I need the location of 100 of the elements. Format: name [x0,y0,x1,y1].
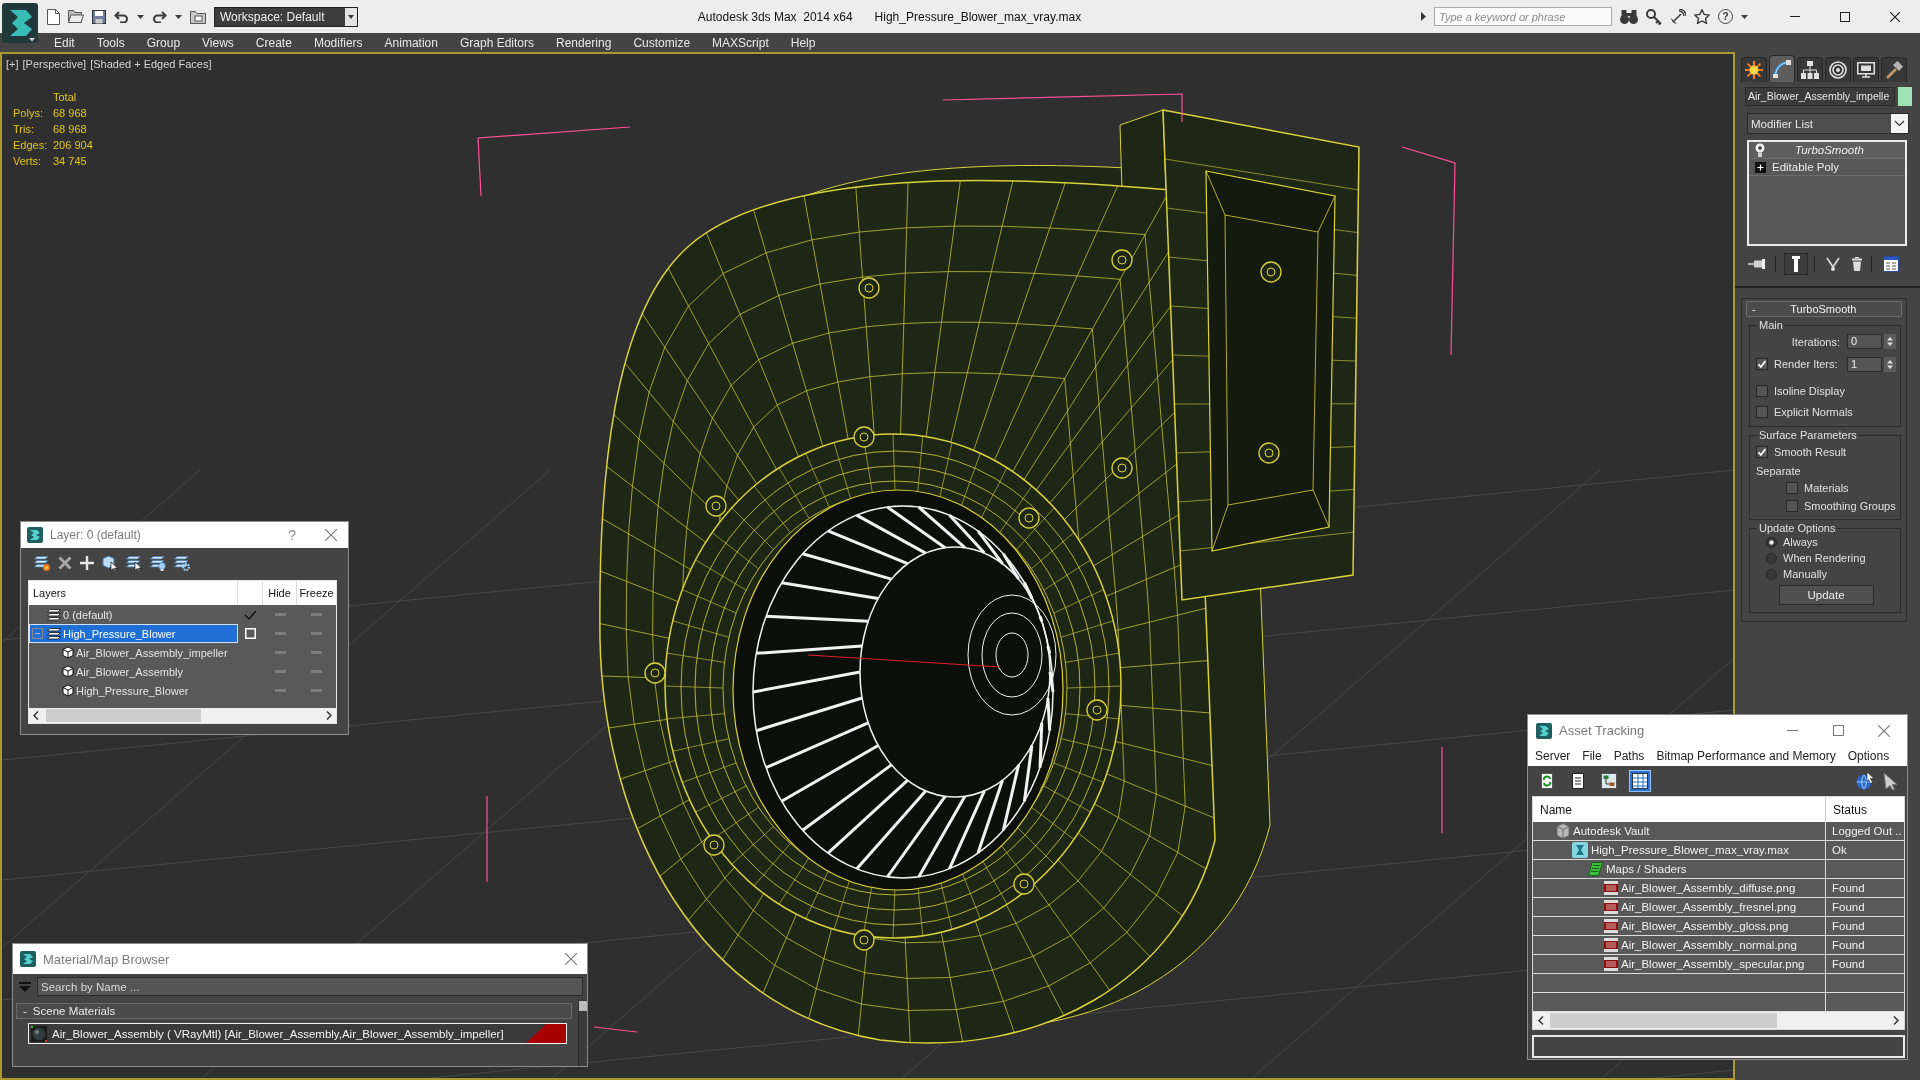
pointer-icon[interactable] [1883,772,1899,790]
checkbox[interactable] [1756,384,1768,397]
star-icon[interactable] [1694,9,1710,24]
scrollbar-thumb[interactable] [1550,1013,1777,1028]
layers-gear-icon[interactable] [174,554,190,571]
app-logo-icon[interactable] [2,3,38,43]
menu-item[interactable]: Graph Editors [448,35,545,50]
asset-name[interactable]: Air_Blower_Assembly_fresnel.png [1621,901,1797,913]
radio-button[interactable] [1766,568,1777,580]
folder-icon[interactable] [68,10,84,23]
layers-bulb-icon[interactable] [150,554,166,571]
menu-item[interactable]: Paths [1607,749,1651,763]
viewport-menu[interactable]: [Shaded + Edged Faces] [90,58,212,70]
object-name-field[interactable]: Air_Blower_Assembly_impelle [1745,87,1895,106]
asset-name[interactable]: Air_Blower_Assembly_diffuse.png [1621,882,1796,894]
caret-icon[interactable] [1421,12,1426,21]
tree-item[interactable]: High_Pressure_Blower [29,624,238,643]
satellite-icon[interactable] [1670,8,1686,25]
checkbox[interactable] [1786,500,1798,512]
viewport-menu[interactable]: [Perspective] [22,58,87,70]
stack-tool-button[interactable] [1880,253,1902,275]
checkbox[interactable] [1756,445,1768,458]
spinner-field[interactable]: 0 [1847,334,1882,349]
minus-box-icon[interactable] [32,628,43,639]
menu-item[interactable]: Tools [85,35,136,50]
help-button[interactable]: ? [288,527,296,543]
cross-icon[interactable] [58,555,72,570]
panel-tab[interactable] [1881,57,1907,82]
rollout-button[interactable]: Update [1778,585,1874,605]
modifier-list-dropdown[interactable]: Modifier List [1747,113,1909,134]
vertical-scrollbar[interactable] [578,999,587,1066]
menu-item[interactable]: Views [191,35,245,50]
caret-left-icon[interactable] [1538,1016,1544,1025]
radio-button[interactable] [1766,536,1777,548]
asset-name[interactable]: Air_Blower_Assembly_specular.png [1621,958,1805,970]
asset-name[interactable]: Air_Blower_Assembly_normal.png [1621,939,1797,951]
menu-item[interactable]: Customize [622,35,702,50]
key-icon[interactable] [1646,8,1662,25]
menu-item[interactable]: Edit [43,35,86,50]
menu-item[interactable]: Group [135,35,192,50]
layers-cursor-icon[interactable] [126,554,142,571]
horizontal-scrollbar[interactable] [29,708,336,723]
panel-tab[interactable] [1797,57,1823,82]
menu-item[interactable]: Server [1529,749,1577,763]
menu-item[interactable]: File [1576,749,1608,763]
scrollbar-thumb[interactable] [46,709,201,722]
spinner-field[interactable]: 1 [1847,356,1882,372]
radio-button[interactable] [1766,552,1777,564]
menu-item[interactable]: Modifiers [302,35,374,50]
minimize-icon[interactable] [1786,730,1798,731]
color-swatch[interactable] [1898,87,1912,106]
stack-tool-button[interactable] [1784,253,1808,275]
menu-item[interactable]: Bitmap Performance and Memory [1650,749,1842,763]
tree-item[interactable]: High_Pressure_Blower [29,681,238,700]
toolbar-button[interactable] [1629,770,1651,792]
checkbox[interactable] [1756,405,1768,418]
spinner-arrows-icon[interactable] [1884,356,1896,372]
folder-icon[interactable] [190,9,206,24]
layers-star-icon[interactable] [34,554,50,571]
stack-entry[interactable]: TurboSmooth [1749,142,1905,159]
panel-tab[interactable] [1769,55,1795,82]
stack-entry[interactable]: Editable Poly [1749,159,1905,176]
menu-item[interactable]: Options [1841,749,1896,763]
search-field[interactable]: Search by Name ... [37,977,583,996]
undo-icon[interactable] [114,10,129,23]
caret-right-icon[interactable] [326,711,332,720]
viewport-menu[interactable]: [+] [6,58,19,70]
globe-icon[interactable] [1856,772,1874,790]
redo-icon[interactable] [152,10,167,23]
menu-item[interactable]: MAXScript [701,35,780,50]
checkmark-icon[interactable] [244,609,257,620]
menu-item[interactable]: Rendering [545,35,623,50]
menu-item[interactable]: Create [244,35,303,50]
menu-item[interactable]: Animation [373,35,449,50]
caret-left-icon[interactable] [33,711,39,720]
binoculars-icon[interactable] [1620,9,1638,24]
square-icon[interactable] [245,628,256,639]
asset-name[interactable]: Air_Blower_Assembly_gloss.png [1621,920,1789,932]
panel-tab[interactable] [1825,57,1851,82]
asset-name[interactable]: High_Pressure_Blower_max_vray.max [1591,844,1789,856]
spinner-arrows-icon[interactable] [1884,334,1896,349]
checkbox[interactable] [1756,358,1768,370]
search-field[interactable]: Type a keyword or phrase [1434,7,1612,26]
caret-right-icon[interactable] [1893,1016,1899,1025]
caret-icon[interactable] [137,14,144,19]
panel-tab[interactable] [1741,57,1767,82]
new-file-icon[interactable] [47,8,60,25]
checkbox[interactable] [1786,482,1798,494]
toolbar-button[interactable] [1598,770,1620,792]
asset-name[interactable]: Autodesk Vault [1573,825,1650,837]
path-field[interactable] [1532,1035,1905,1058]
cube-cursor-icon[interactable] [102,554,118,571]
close-icon[interactable] [1890,11,1900,22]
tree-item[interactable]: 0 (default) [29,605,238,624]
panel-tab[interactable] [1853,57,1879,82]
workspace-dropdown[interactable]: Workspace: Default [214,6,358,27]
material-entry[interactable]: Air_Blower_Assembly ( VRayMtl) [Air_Blower_Assembly,Air_Blower_Assembly_impeller] [28,1023,567,1044]
plus-icon[interactable] [80,555,94,570]
caret-icon[interactable] [1741,14,1748,19]
maximize-icon[interactable] [1840,11,1850,22]
